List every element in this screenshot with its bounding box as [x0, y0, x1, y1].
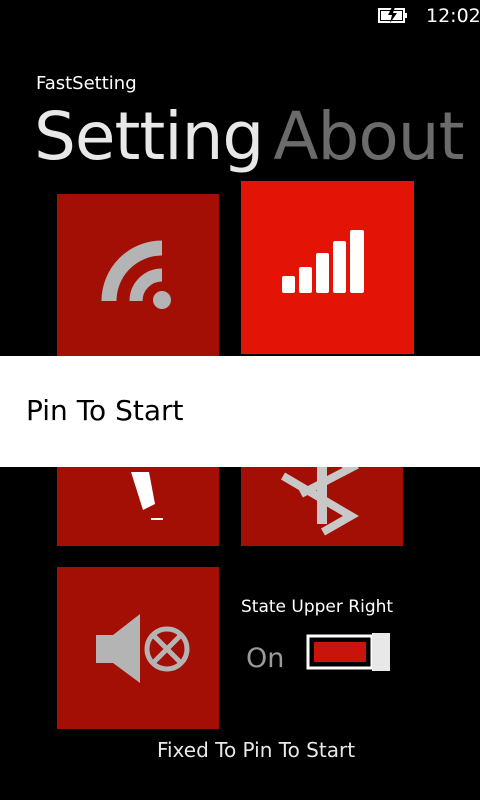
app-title: FastSetting: [36, 73, 137, 94]
state-setting-label: State Upper Right: [241, 597, 394, 617]
pin-to-start-menu-item[interactable]: Pin To Start: [26, 394, 183, 427]
wifi-icon: [101, 240, 171, 309]
pivot-tab-about[interactable]: About: [273, 98, 464, 175]
wifi-tile[interactable]: [57, 194, 219, 356]
state-toggle-switch[interactable]: [306, 633, 392, 671]
sound-tile[interactable]: [57, 567, 219, 729]
speaker-muted-icon: [96, 614, 190, 683]
toggle-value-label: On: [246, 643, 285, 674]
pivot-tab-setting[interactable]: Setting: [34, 98, 264, 175]
cellular-signal-icon: [282, 230, 364, 293]
status-bar: 12:02: [0, 0, 480, 32]
cellular-tile[interactable]: [241, 181, 414, 354]
pivot-header: Setting About: [34, 98, 464, 175]
context-menu: Pin To Start: [0, 356, 480, 467]
battery-charging-icon: [378, 7, 407, 23]
status-clock: 12:02: [426, 5, 480, 27]
footer-note: Fixed To Pin To Start: [156, 738, 356, 762]
